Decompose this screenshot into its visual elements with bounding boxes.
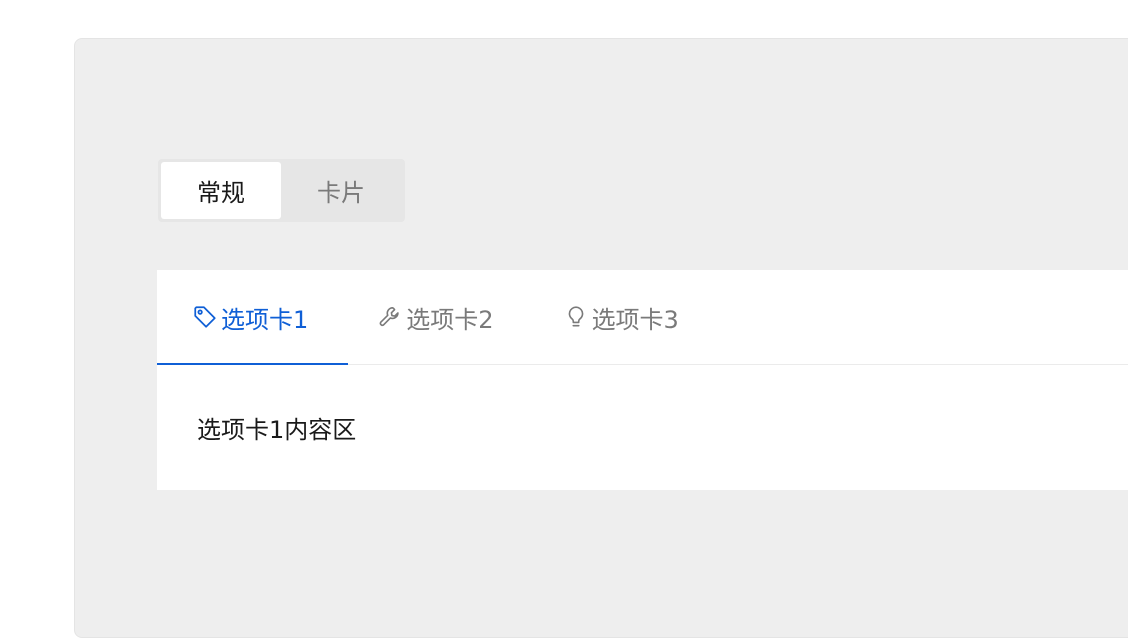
- tab-content-area: 选项卡1内容区: [157, 365, 1128, 490]
- tab-bar: 选项卡1 选项卡2 选项卡3: [157, 270, 1128, 365]
- tabs-container: 选项卡1 选项卡2 选项卡3 选项卡1内容区: [157, 270, 1128, 490]
- segment-card[interactable]: 卡片: [281, 162, 401, 219]
- segmented-control: 常规 卡片: [158, 159, 405, 222]
- tab-2-label: 选项卡2: [406, 305, 494, 334]
- tab-1-label: 选项卡1: [221, 305, 309, 334]
- tab-content-text: 选项卡1内容区: [197, 416, 357, 444]
- tab-1[interactable]: 选项卡1: [191, 270, 308, 365]
- tag-icon: [191, 303, 219, 331]
- demo-panel: 常规 卡片 选项卡1 选项卡2 选项卡3 选项卡1内容区: [74, 38, 1128, 638]
- lightbulb-icon: [562, 303, 590, 331]
- tab-3[interactable]: 选项卡3: [562, 270, 679, 365]
- tab-3-label: 选项卡3: [591, 305, 679, 334]
- wrench-icon: [376, 303, 404, 331]
- segment-regular[interactable]: 常规: [161, 162, 281, 219]
- tab-2[interactable]: 选项卡2: [376, 270, 494, 365]
